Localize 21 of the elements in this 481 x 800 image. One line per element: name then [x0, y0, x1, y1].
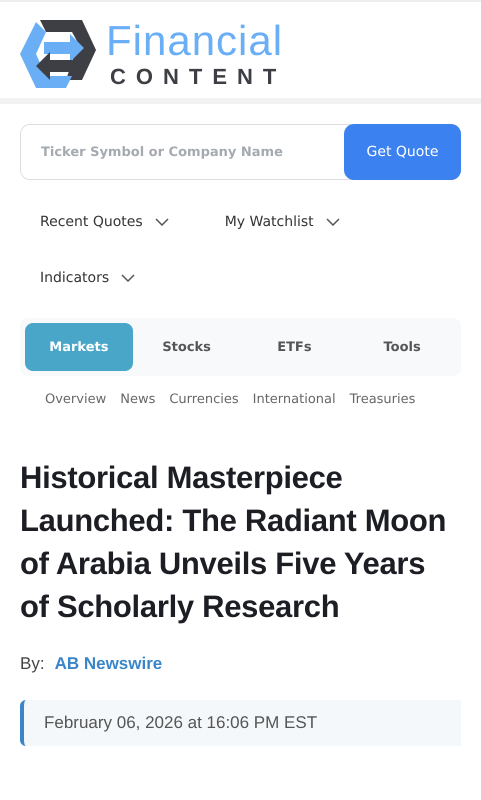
subnav-link[interactable]: International [252, 380, 336, 420]
dropdown-menu[interactable]: Recent Quotes [40, 194, 169, 250]
tab[interactable]: Tools [348, 323, 456, 371]
tab[interactable]: Stocks [132, 323, 240, 371]
subnav-link[interactable]: Treasuries [350, 380, 416, 420]
search-field[interactable]: Ticker Symbol or Company Name Get Quote [20, 124, 461, 180]
dropdown-menu[interactable]: My Watchlist [224, 194, 340, 250]
chevron-down-icon [154, 218, 169, 226]
logo-subtitle[interactable]: CONTENT [110, 64, 286, 90]
chevron-down-icon [121, 274, 136, 282]
byline-label: By: [20, 654, 45, 674]
get-quote-button[interactable]: Get Quote [344, 124, 461, 180]
tab[interactable]: ETFs [240, 323, 348, 371]
dropdown-menu[interactable]: Indicators [40, 250, 136, 306]
publish-date: February 06, 2026 at 16:06 PM EST [44, 713, 318, 732]
chevron-down-icon [326, 218, 340, 226]
subnav-link[interactable]: Currencies [169, 380, 239, 420]
subnav-link[interactable]: News [120, 380, 156, 420]
article-headline: Historical Masterpiece Launched: The Radiant Moon of Arabia Unveils Five Years of Scholarly Research [20, 459, 448, 626]
subnav-link[interactable]: Overview [45, 380, 106, 420]
author-link[interactable]: AB Newswire [54, 654, 162, 674]
